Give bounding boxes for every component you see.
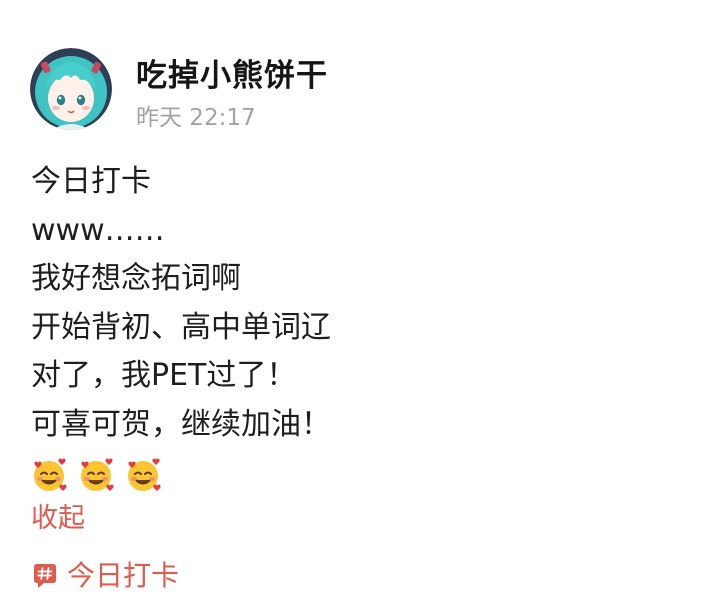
post-line: 今日打卡 (31, 164, 151, 199)
post-timestamp: 昨天 22:17 (136, 105, 256, 131)
post-line: 对了，我PET过了！ (31, 358, 297, 393)
topic-label: 今日打卡 (67, 559, 180, 592)
topic-tag[interactable]: 今日打卡 (33, 558, 179, 594)
collapse-button[interactable]: 收起 (31, 499, 691, 539)
post-line: 我好想念拓词啊 (31, 261, 241, 296)
post-card: 吃掉小熊饼干 昨天 22:17 今日打卡 www…… 我好想念拓词啊 开始背初、… (0, 0, 725, 599)
post-body: 今日打卡 www…… 我好想念拓词啊 开始背初、高中单词辽 对了，我PET过了！… (31, 158, 691, 539)
author-name[interactable]: 吃掉小熊饼干 (136, 56, 328, 96)
emoji-row (31, 451, 691, 499)
hashtag-icon (33, 563, 57, 589)
avatar[interactable] (30, 48, 112, 130)
smiling-face-with-hearts-icon (78, 457, 114, 493)
post-line: 开始背初、高中单词辽 (31, 309, 331, 345)
post-header: 吃掉小熊饼干 昨天 22:17 (30, 48, 328, 132)
smiling-face-with-hearts-icon (31, 457, 67, 493)
post-line: www…… (31, 212, 165, 248)
smiling-face-with-hearts-icon (125, 457, 161, 493)
post-line: 可喜可贺，继续加油！ (31, 406, 331, 442)
author-meta: 吃掉小熊饼干 昨天 22:17 (136, 48, 328, 132)
